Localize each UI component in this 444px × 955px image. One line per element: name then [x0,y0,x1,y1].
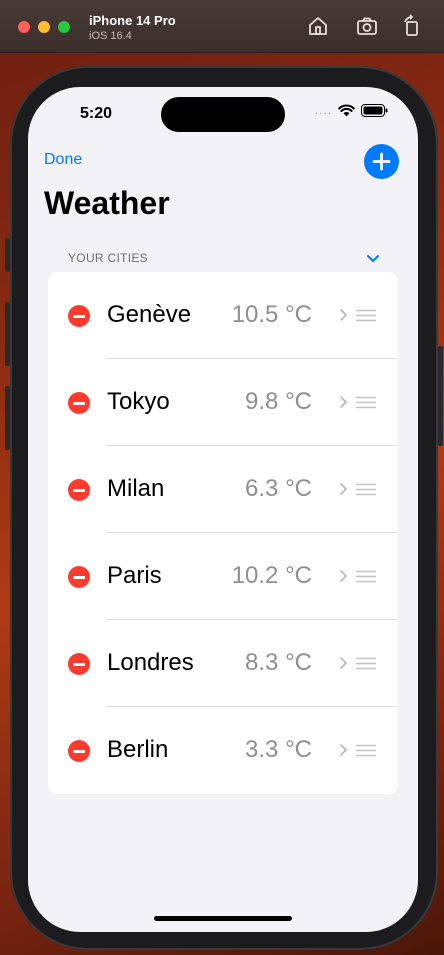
chevron-right-icon [340,744,347,756]
home-indicator[interactable] [154,916,292,921]
reorder-handle-icon[interactable] [355,483,377,496]
volume-down-button [5,386,10,450]
reorder-handle-icon[interactable] [355,657,377,670]
power-button [438,346,443,446]
reorder-handle-icon[interactable] [355,570,377,583]
list-item[interactable]: Milan 6.3 °C [48,446,398,533]
chevron-right-icon [340,396,347,408]
delete-city-button[interactable] [68,566,90,588]
simulator-os-version: iOS 16.4 [89,30,132,42]
done-button[interactable]: Done [44,151,82,169]
city-name: Milan [107,475,165,502]
city-name: Paris [107,562,162,589]
list-item[interactable]: Paris 10.2 °C [48,533,398,620]
battery-icon [361,103,388,117]
city-temperature: 6.3 °C [245,475,312,502]
action-button [5,238,10,272]
city-name: Londres [107,649,194,676]
list-item[interactable]: Genève 10.5 °C [48,272,398,359]
reorder-handle-icon[interactable] [355,396,377,409]
city-temperature: 10.2 °C [231,562,312,589]
city-name: Tokyo [107,388,170,415]
zoom-window-button[interactable] [58,21,70,33]
dynamic-island [161,97,285,132]
chevron-down-icon[interactable] [366,251,380,265]
reorder-handle-icon[interactable] [355,309,377,322]
add-city-button[interactable] [364,144,399,179]
minimize-window-button[interactable] [38,21,50,33]
delete-city-button[interactable] [68,653,90,675]
section-header: YOUR CITIES [68,251,148,265]
city-name: Genève [107,301,192,328]
page-title: Weather [44,185,170,221]
status-time: 5:20 [80,105,113,122]
plus-icon [372,152,391,171]
city-temperature: 9.8 °C [245,388,312,415]
volume-up-button [5,302,10,366]
close-window-button[interactable] [18,21,30,33]
list-item[interactable]: Tokyo 9.8 °C [48,359,398,446]
wifi-icon [338,104,355,116]
list-item[interactable]: Berlin 3.3 °C [48,707,398,794]
simulator-device-name: iPhone 14 Pro [89,13,176,28]
city-name: Berlin [107,736,169,763]
cities-list: Genève 10.5 °C Tokyo 9.8 °C Milan 6.3 °C… [48,272,398,794]
chevron-right-icon [340,570,347,582]
phone-screen: 5:20 .... Done Weather YOUR CITIES Genèv… [28,87,418,932]
city-temperature: 3.3 °C [245,736,312,763]
delete-city-button[interactable] [68,305,90,327]
list-item[interactable]: Londres 8.3 °C [48,620,398,707]
delete-city-button[interactable] [68,392,90,414]
chevron-right-icon [340,309,347,321]
delete-city-button[interactable] [68,740,90,762]
rotate-icon[interactable] [400,14,424,38]
status-icons: .... [315,103,388,117]
reorder-handle-icon[interactable] [355,744,377,757]
chevron-right-icon [340,657,347,669]
signal-dots: .... [314,103,332,117]
delete-city-button[interactable] [68,479,90,501]
city-temperature: 10.5 °C [231,301,312,328]
home-icon[interactable] [306,14,330,38]
chevron-right-icon [340,483,347,495]
screenshot-icon[interactable] [355,14,379,38]
city-temperature: 8.3 °C [245,649,312,676]
simulator-title-bar: iPhone 14 Pro iOS 16.4 [0,0,444,53]
